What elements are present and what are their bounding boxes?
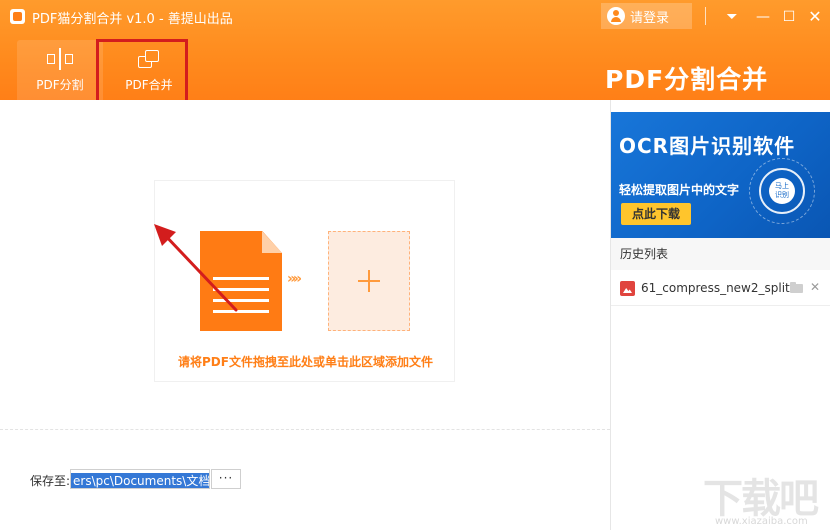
ad-recognize-badge[interactable]: 马上 识别	[759, 168, 805, 214]
app-logo-icon	[10, 9, 25, 24]
tab-pdf-split[interactable]: PDF分割	[17, 40, 103, 100]
window-title: PDF猫分割合并 v1.0 - 善提山出品	[32, 12, 233, 27]
history-list-title: 历史列表	[611, 238, 830, 270]
history-item-name: 61_compress_new2_split	[641, 281, 790, 295]
ocr-ad-banner[interactable]: OCR图片识别软件 轻松提取图片中的文字 点此下载 马上 识别	[611, 112, 830, 238]
history-divider	[611, 305, 830, 306]
drop-hint-text: 请将PDF文件拖拽至此处或单击此区域添加文件	[178, 355, 433, 369]
browse-button[interactable]: ···	[211, 469, 241, 489]
menu-dropdown-icon[interactable]: ⏷	[719, 4, 745, 30]
tab-pdf-split-label: PDF分割	[36, 78, 84, 92]
annotation-highlight-box	[96, 39, 188, 103]
login-button[interactable]: 请登录	[601, 3, 692, 29]
image-file-icon	[620, 281, 635, 296]
user-icon	[607, 7, 625, 25]
ad-title: OCR图片识别软件	[619, 134, 796, 158]
folder-icon[interactable]	[790, 282, 803, 293]
section-divider	[0, 429, 610, 430]
save-path-input[interactable]: ers\pc\Documents\文档	[70, 469, 210, 489]
main-panel: »» 请将PDF文件拖拽至此处或单击此区域添加文件 保存至: ers\pc\Do…	[0, 100, 610, 530]
add-file-button[interactable]	[328, 231, 410, 331]
maximize-button[interactable]: ☐	[776, 4, 802, 30]
close-icon[interactable]: ✕	[810, 280, 820, 294]
watermark-url: www.xiazaiba.com	[715, 516, 808, 527]
title-separator	[705, 7, 706, 25]
close-button[interactable]: ✕	[802, 4, 828, 30]
split-icon	[47, 48, 73, 70]
ad-badge-line1: 马上	[775, 182, 789, 190]
history-list-item[interactable]: 61_compress_new2_split ✕	[611, 278, 830, 300]
ad-download-button[interactable]: 点此下载	[621, 203, 691, 225]
login-label: 请登录	[630, 10, 670, 26]
ad-badge-line2: 识别	[775, 191, 789, 199]
site-watermark: 下载吧 www.xiazaiba.com	[693, 466, 830, 530]
save-path-value: ers\pc\Documents\文档	[71, 473, 209, 488]
annotation-arrow-icon	[154, 224, 238, 312]
title-bar[interactable]: PDF猫分割合并 v1.0 - 善提山出品 请登录 ⏷ — ☐ ✕	[0, 0, 830, 34]
brand-title: PDF分割合并	[605, 65, 769, 94]
app-window: PDF猫分割合并 v1.0 - 善提山出品 请登录 ⏷ — ☐ ✕ PDF分割	[0, 0, 830, 530]
minimize-button[interactable]: —	[750, 4, 776, 30]
save-to-label: 保存至:	[30, 474, 71, 488]
double-chevron-right-icon: »»	[287, 271, 302, 287]
ad-subtitle: 轻松提取图片中的文字	[619, 183, 740, 197]
